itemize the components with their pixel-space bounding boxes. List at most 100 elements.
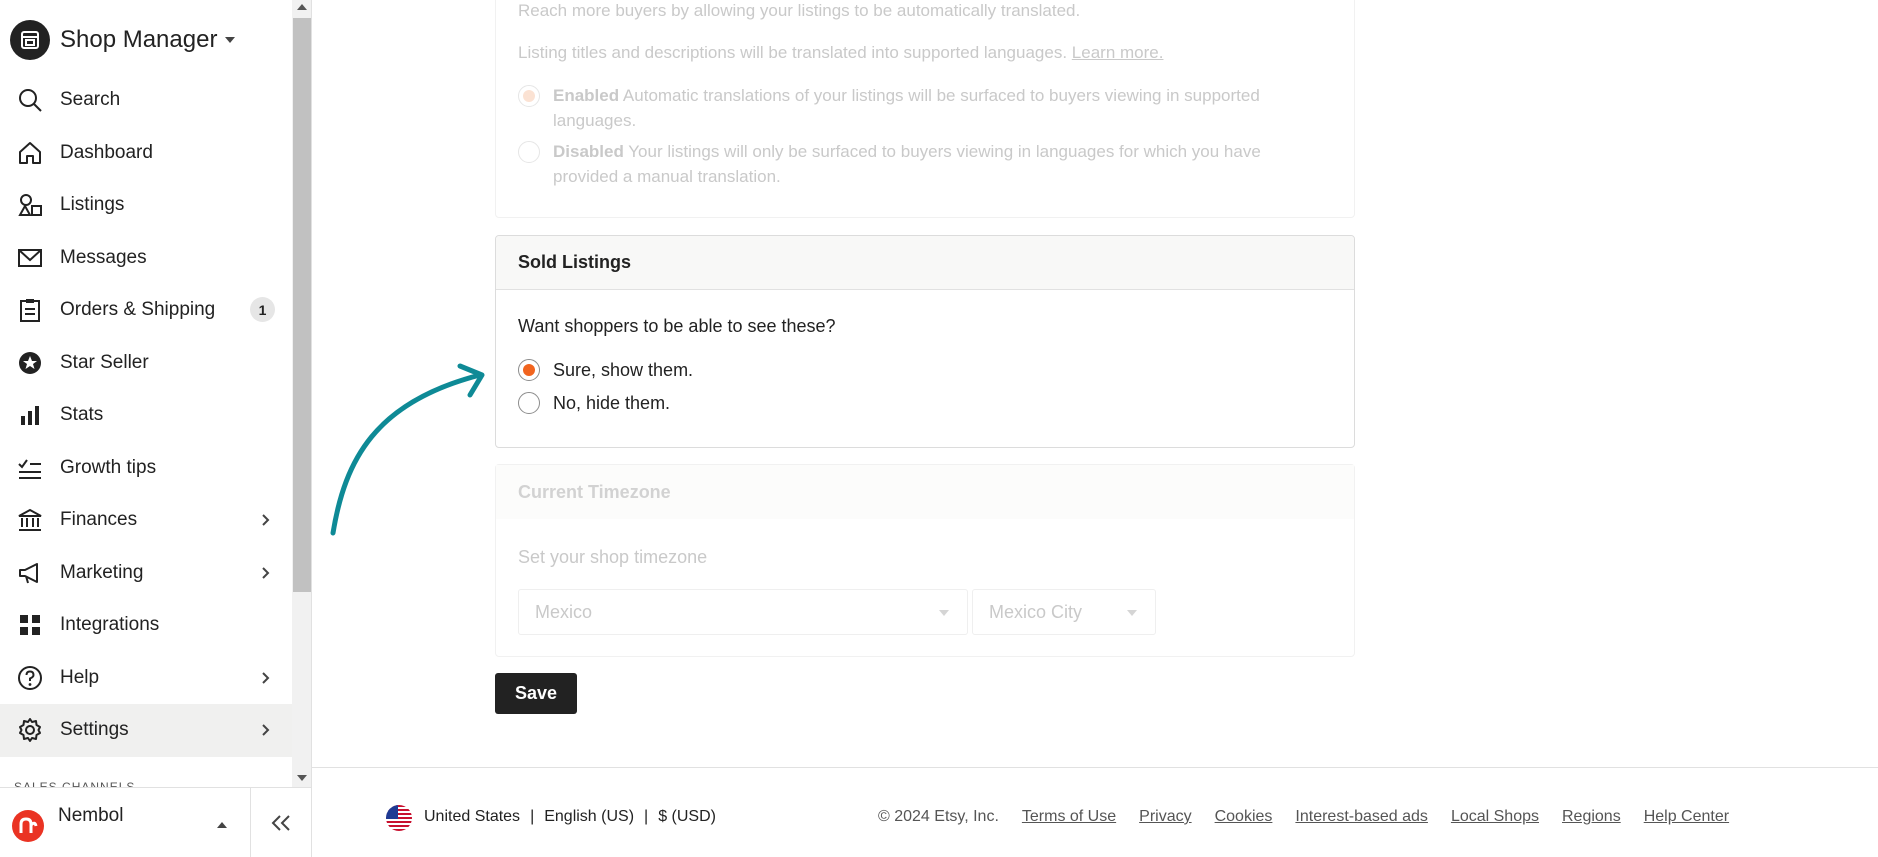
star-badge-icon (16, 349, 44, 377)
footer-link-cookies[interactable]: Cookies (1215, 808, 1273, 826)
chevron-down-icon (1127, 610, 1137, 616)
translation-disabled-text: Disabled Your listings will only be surf… (553, 142, 1261, 186)
show-sold-listings-option[interactable]: Sure, show them. (518, 359, 693, 381)
sidebar-item-messages[interactable]: Messages (0, 232, 292, 285)
sidebar-item-dashboard[interactable]: Dashboard (0, 127, 292, 180)
clipboard-icon (16, 296, 44, 324)
sold-listings-question: Want shoppers to be able to see these? (518, 316, 836, 336)
sidebar-item-help[interactable]: Help (0, 652, 292, 705)
bank-icon (16, 506, 44, 534)
shop-manager-title: Shop Manager (60, 26, 218, 53)
sidebar-item-marketing[interactable]: Marketing (0, 547, 292, 600)
footer-link-interest-ads[interactable]: Interest-based ads (1295, 808, 1428, 826)
timezone-title: Current Timezone (496, 465, 1354, 519)
show-sold-listings-radio[interactable] (518, 359, 540, 381)
sidebar-item-label: Settings (60, 719, 129, 741)
shop-switcher: Nembol (0, 787, 311, 857)
translation-enabled-radio[interactable] (518, 85, 540, 107)
page-footer: United States | English (US) | $ (USD) ©… (312, 767, 1878, 857)
annotation-arrow-icon (330, 363, 485, 536)
scrollbar-thumb[interactable] (293, 18, 311, 592)
shop-manager-menu[interactable]: Shop Manager (10, 18, 236, 62)
translation-disabled-option[interactable]: Disabled Your listings will only be surf… (518, 139, 1313, 189)
footer-separator: | (644, 808, 649, 825)
footer-separator: | (530, 808, 535, 825)
translation-intro: Reach more buyers by allowing your listi… (518, 1, 1081, 20)
hide-sold-listings-option[interactable]: No, hide them. (518, 392, 670, 414)
sidebar-item-label: Help (60, 666, 100, 688)
scroll-up-arrow-icon[interactable] (297, 4, 307, 10)
collapse-sidebar-button[interactable] (268, 810, 294, 836)
translation-settings-card: Reach more buyers by allowing your listi… (495, 0, 1355, 218)
sidebar-item-finances[interactable]: Finances (0, 494, 292, 547)
shop-name[interactable]: Nembol (58, 805, 123, 827)
sidebar-item-orders[interactable]: Orders & Shipping 1 (0, 284, 292, 337)
orders-count-badge: 1 (250, 297, 275, 322)
sold-listings-title: Sold Listings (496, 236, 1354, 290)
translation-disabled-radio[interactable] (518, 141, 540, 163)
checklist-icon (16, 454, 44, 482)
scroll-down-arrow-icon[interactable] (297, 775, 307, 781)
footer-link-help-center[interactable]: Help Center (1644, 808, 1729, 826)
footer-link-local-shops[interactable]: Local Shops (1451, 808, 1539, 826)
sidebar-item-integrations[interactable]: Integrations (0, 599, 292, 652)
bar-chart-icon (16, 401, 44, 429)
learn-more-link[interactable]: Learn more. (1072, 43, 1164, 62)
shop-bar-separator (250, 788, 251, 857)
footer-links: © 2024 Etsy, Inc. Terms of Use Privacy C… (878, 808, 1729, 826)
sidebar-item-search[interactable]: Search (0, 74, 292, 127)
sidebar-item-label: Stats (60, 404, 104, 426)
envelope-icon (16, 244, 44, 272)
footer-language[interactable]: English (US) (544, 808, 634, 826)
us-flag-icon[interactable] (386, 805, 412, 831)
help-circle-icon (16, 664, 44, 692)
timezone-city-value: Mexico City (989, 601, 1083, 622)
translation-enabled-option[interactable]: Enabled Automatic translations of your l… (518, 83, 1273, 133)
hide-sold-listings-label: No, hide them. (553, 392, 671, 413)
grid-icon (16, 611, 44, 639)
sidebar: Shop Manager Search Dashboard Listings M… (0, 0, 292, 787)
sidebar-item-label: Messages (60, 246, 147, 268)
sidebar-item-growth-tips[interactable]: Growth tips (0, 442, 292, 495)
chevron-right-icon (258, 565, 274, 581)
sidebar-item-label: Orders & Shipping (60, 299, 216, 321)
show-sold-listings-label: Sure, show them. (553, 359, 694, 380)
footer-link-privacy[interactable]: Privacy (1139, 808, 1191, 826)
timezone-label: Set your shop timezone (518, 547, 708, 567)
timezone-card: Current Timezone Set your shop timezone … (495, 464, 1355, 657)
sidebar-item-label: Growth tips (60, 456, 157, 478)
sidebar-scrollbar[interactable] (292, 0, 312, 787)
sidebar-item-stats[interactable]: Stats (0, 389, 292, 442)
chevron-right-icon (258, 670, 274, 686)
search-icon (16, 86, 44, 114)
sidebar-item-label: Marketing (60, 561, 144, 583)
footer-link-terms[interactable]: Terms of Use (1022, 808, 1116, 826)
home-icon (16, 139, 44, 167)
locale-settings[interactable]: United States | English (US) | $ (USD) (424, 808, 716, 826)
sidebar-item-settings[interactable]: Settings (0, 704, 292, 757)
caret-up-icon[interactable] (217, 822, 227, 828)
double-chevron-left-icon (271, 815, 290, 831)
timezone-country-value: Mexico (535, 601, 593, 622)
sidebar-divider (311, 0, 312, 857)
timezone-city-select[interactable]: Mexico City (972, 589, 1156, 635)
sidebar-item-star-seller[interactable]: Star Seller (0, 337, 292, 390)
sidebar-nav: Search Dashboard Listings Messages Order… (0, 74, 292, 757)
chevron-right-icon (258, 722, 274, 738)
shop-avatar[interactable] (12, 810, 44, 842)
sidebar-item-label: Search (60, 89, 121, 111)
footer-copyright: © 2024 Etsy, Inc. (878, 808, 999, 825)
sidebar-item-listings[interactable]: Listings (0, 179, 292, 232)
footer-country[interactable]: United States (424, 808, 520, 826)
timezone-country-select[interactable]: Mexico (518, 589, 968, 635)
sold-listings-card: Sold Listings Want shoppers to be able t… (495, 235, 1355, 448)
footer-link-regions[interactable]: Regions (1562, 808, 1621, 826)
translation-enabled-text: Enabled Automatic translations of your l… (553, 86, 1260, 130)
chevron-down-icon (939, 610, 949, 616)
sidebar-item-label: Finances (60, 509, 138, 531)
footer-currency[interactable]: $ (USD) (658, 808, 716, 826)
megaphone-icon (16, 559, 44, 587)
sidebar-item-label: Integrations (60, 614, 160, 636)
hide-sold-listings-radio[interactable] (518, 392, 540, 414)
save-button[interactable]: Save (495, 673, 577, 714)
